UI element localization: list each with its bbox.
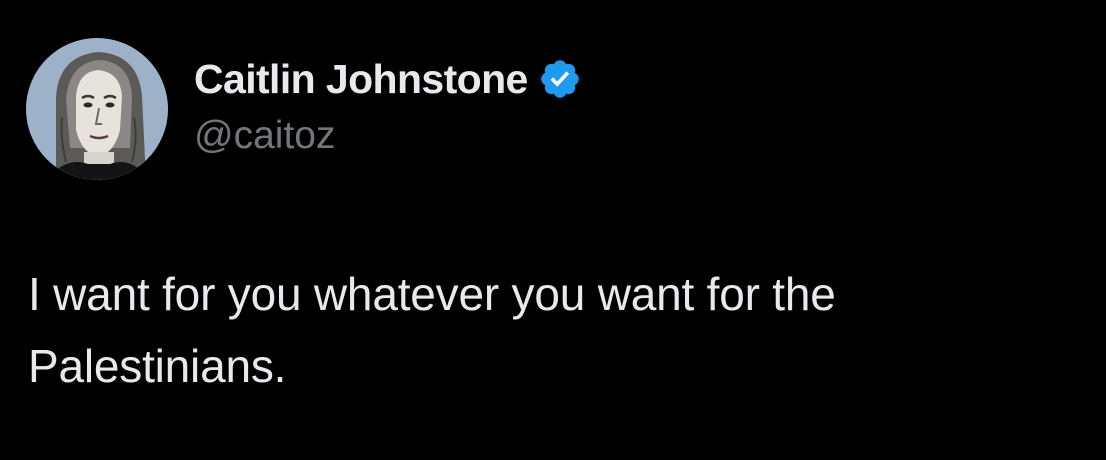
avatar-portrait-icon: [26, 38, 168, 180]
verified-badge-icon[interactable]: [538, 57, 582, 101]
author-name-row: Caitlin Johnstone: [194, 52, 582, 106]
author-handle[interactable]: @caitoz: [194, 114, 335, 158]
tweet-text: I want for you whatever you want for the…: [28, 258, 1088, 402]
author-avatar[interactable]: [26, 38, 168, 180]
tweet-text-line: Palestinians.: [28, 340, 287, 392]
tweet-card: Caitlin Johnstone @caitoz I want for you…: [0, 0, 1106, 460]
tweet-text-line: I want for you whatever you want for the: [28, 268, 836, 320]
author-display-name[interactable]: Caitlin Johnstone: [194, 56, 528, 103]
